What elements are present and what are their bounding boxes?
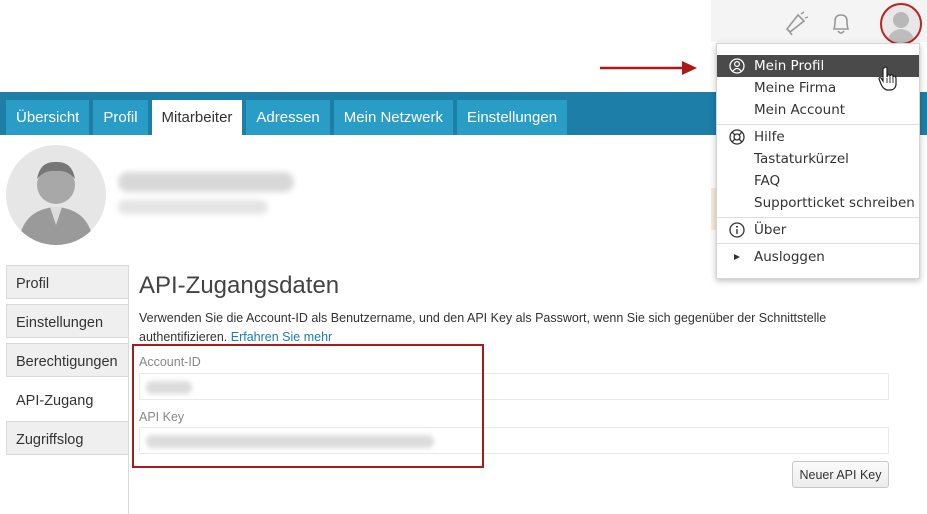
- sidebar-item-berechtigungen[interactable]: Berechtigungen: [6, 343, 128, 377]
- megaphone-icon[interactable]: [781, 8, 811, 38]
- tab-einstellungen[interactable]: Einstellungen: [456, 100, 568, 135]
- account-id-field[interactable]: [139, 373, 889, 400]
- account-id-value-blurred: [146, 381, 192, 394]
- menu-item-label: Supportticket schreiben: [754, 195, 915, 211]
- user-avatar-button[interactable]: [880, 3, 922, 45]
- api-key-value-blurred: [146, 435, 434, 448]
- employee-avatar: [6, 145, 106, 245]
- tab-mein-netzwerk[interactable]: Mein Netzwerk: [333, 100, 453, 135]
- api-description: Verwenden Sie die Account-ID als Benutze…: [139, 309, 859, 347]
- account-id-label: Account-ID: [139, 355, 201, 369]
- red-arrow-icon: [600, 61, 697, 75]
- info-icon: [729, 222, 745, 238]
- sidebar-item-einstellungen[interactable]: Einstellungen: [6, 304, 128, 338]
- api-key-label: API Key: [139, 410, 185, 424]
- hand-cursor-icon: [878, 66, 897, 91]
- lifebuoy-icon: [729, 129, 745, 145]
- tab-mitarbeiter[interactable]: Mitarbeiter: [151, 100, 243, 135]
- tab-adressen[interactable]: Adressen: [246, 100, 330, 135]
- sidebar-item-profil[interactable]: Profil: [6, 265, 128, 299]
- sidebar-item-zugriffslog[interactable]: Zugriffslog: [6, 421, 128, 455]
- new-api-key-button[interactable]: Neuer API Key: [792, 461, 889, 488]
- learn-more-link[interactable]: Erfahren Sie mehr: [231, 330, 332, 344]
- api-key-field[interactable]: [139, 427, 889, 454]
- sidebar-item-api-zugang[interactable]: API-Zugang: [6, 382, 128, 416]
- menu-item-label: Mein Profil: [754, 58, 825, 74]
- profile-icon: [729, 58, 745, 74]
- menu-item-ausloggen[interactable]: Ausloggen: [717, 246, 919, 268]
- menu-item-mein-account[interactable]: Mein Account: [717, 99, 919, 121]
- employee-name-blurred: [118, 172, 294, 192]
- menu-item-supportticket[interactable]: Supportticket schreiben: [717, 192, 919, 214]
- tab-profil[interactable]: Profil: [93, 100, 148, 135]
- triangle-right-icon: [734, 254, 740, 260]
- menu-item-tastaturkuerzel[interactable]: Tastaturkürzel: [717, 148, 919, 170]
- menu-item-label: Mein Account: [754, 102, 846, 118]
- menu-item-ueber[interactable]: Über: [717, 219, 919, 241]
- menu-item-label: Hilfe: [754, 129, 785, 145]
- menu-item-label: Meine Firma: [754, 80, 837, 96]
- settings-sidebar: Profil Einstellungen Berechtigungen API-…: [6, 265, 128, 460]
- tab-uebersicht[interactable]: Übersicht: [6, 100, 90, 135]
- menu-item-label: FAQ: [754, 173, 781, 189]
- menu-item-label: Ausloggen: [754, 249, 825, 265]
- menu-item-hilfe[interactable]: Hilfe: [717, 126, 919, 148]
- bell-icon[interactable]: [826, 8, 856, 38]
- employee-subtitle-blurred: [118, 200, 268, 214]
- main-tabs: Übersicht Profil Mitarbeiter Adressen Me…: [6, 100, 568, 135]
- menu-separator: [717, 124, 919, 125]
- menu-separator: [717, 243, 919, 244]
- content-divider: [128, 265, 129, 514]
- menu-item-label: Tastaturkürzel: [754, 151, 849, 167]
- menu-separator: [717, 217, 919, 218]
- page-title: API-Zugangsdaten: [139, 272, 340, 299]
- menu-item-label: Über: [754, 222, 787, 238]
- menu-item-faq[interactable]: FAQ: [717, 170, 919, 192]
